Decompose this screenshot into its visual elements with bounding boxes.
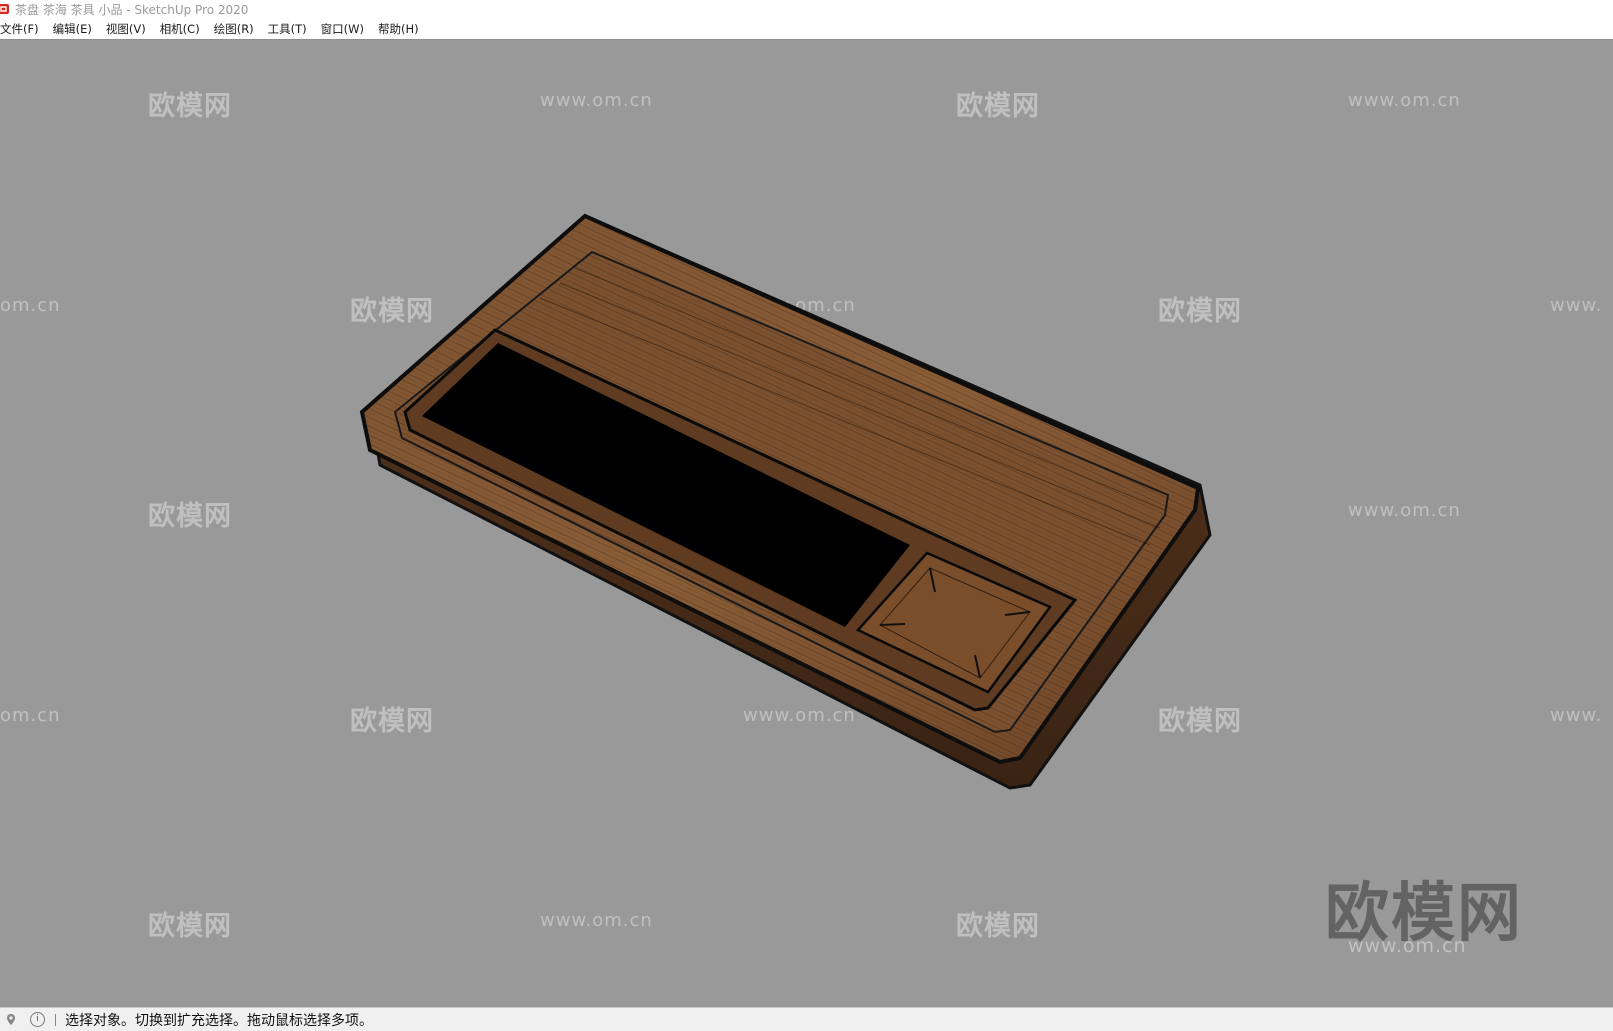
geo-location-icon[interactable] — [6, 1013, 16, 1026]
menu-edit[interactable]: 编辑(E) — [53, 21, 98, 37]
status-separator — [55, 1013, 56, 1026]
menu-file[interactable]: 文件(F) — [0, 21, 45, 37]
watermark-url-large: www.om.cn — [1348, 935, 1467, 957]
sketchup-logo-icon — [0, 4, 9, 14]
menu-bar: 文件(F) 编辑(E) 视图(V) 相机(C) 绘图(R) 工具(T) 窗口(W… — [0, 18, 1613, 40]
model-viewport[interactable]: 欧模网 www.om.cn 欧模网 www.om.cn om.cn 欧模网 ww… — [0, 40, 1613, 1007]
menu-tools[interactable]: 工具(T) — [268, 21, 313, 37]
menu-camera[interactable]: 相机(C) — [160, 21, 206, 37]
menu-help[interactable]: 帮助(H) — [378, 21, 425, 37]
window-title: 茶盘 茶海 茶具 小品 - SketchUp Pro 2020 — [15, 2, 249, 17]
status-bar: i 选择对象。切换到扩充选择。拖动鼠标选择多项。 — [0, 1007, 1613, 1031]
status-message: 选择对象。切换到扩充选择。拖动鼠标选择多项。 — [65, 1012, 373, 1029]
menu-draw[interactable]: 绘图(R) — [214, 21, 260, 37]
menu-window[interactable]: 窗口(W) — [321, 21, 370, 37]
menu-view[interactable]: 视图(V) — [106, 21, 152, 37]
info-icon[interactable]: i — [30, 1012, 45, 1027]
title-bar: 茶盘 茶海 茶具 小品 - SketchUp Pro 2020 — [0, 0, 1613, 18]
